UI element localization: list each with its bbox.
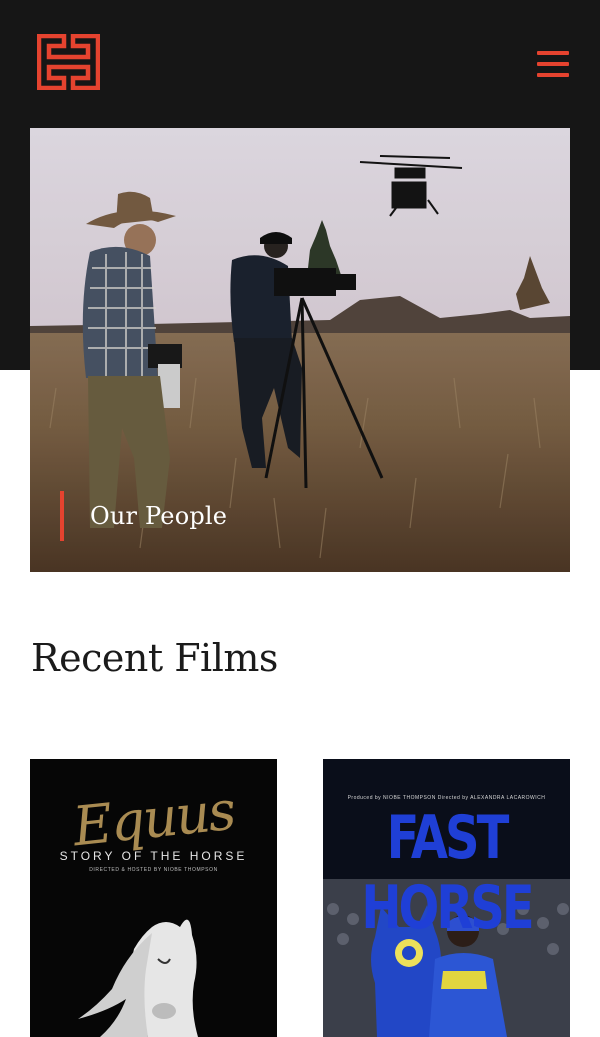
brand-logo[interactable] [36,33,101,91]
hamburger-menu-icon[interactable] [534,49,572,81]
film-card-fast-horse[interactable]: Produced by NIOBE THOMPSON Directed by A… [323,759,570,1037]
our-people-hero-card[interactable]: Our People [30,128,570,572]
film-card-equus[interactable]: Equus STORY OF THE HORSE DIRECTED & HOST… [30,759,277,1037]
accent-bar [60,491,64,541]
menu-line [537,62,569,66]
recent-films-heading: Recent Films [31,636,278,680]
poster-credit: Produced by NIOBE THOMPSON Directed by A… [347,795,546,801]
menu-line [537,51,569,55]
hero-label[interactable]: Our People [90,502,227,530]
hh-monogram-icon [36,33,101,91]
hero-caption: Our People [60,491,227,541]
white-horse-image [78,919,198,1037]
poster-title: FAST HORSE [361,803,534,943]
menu-line [537,73,569,77]
